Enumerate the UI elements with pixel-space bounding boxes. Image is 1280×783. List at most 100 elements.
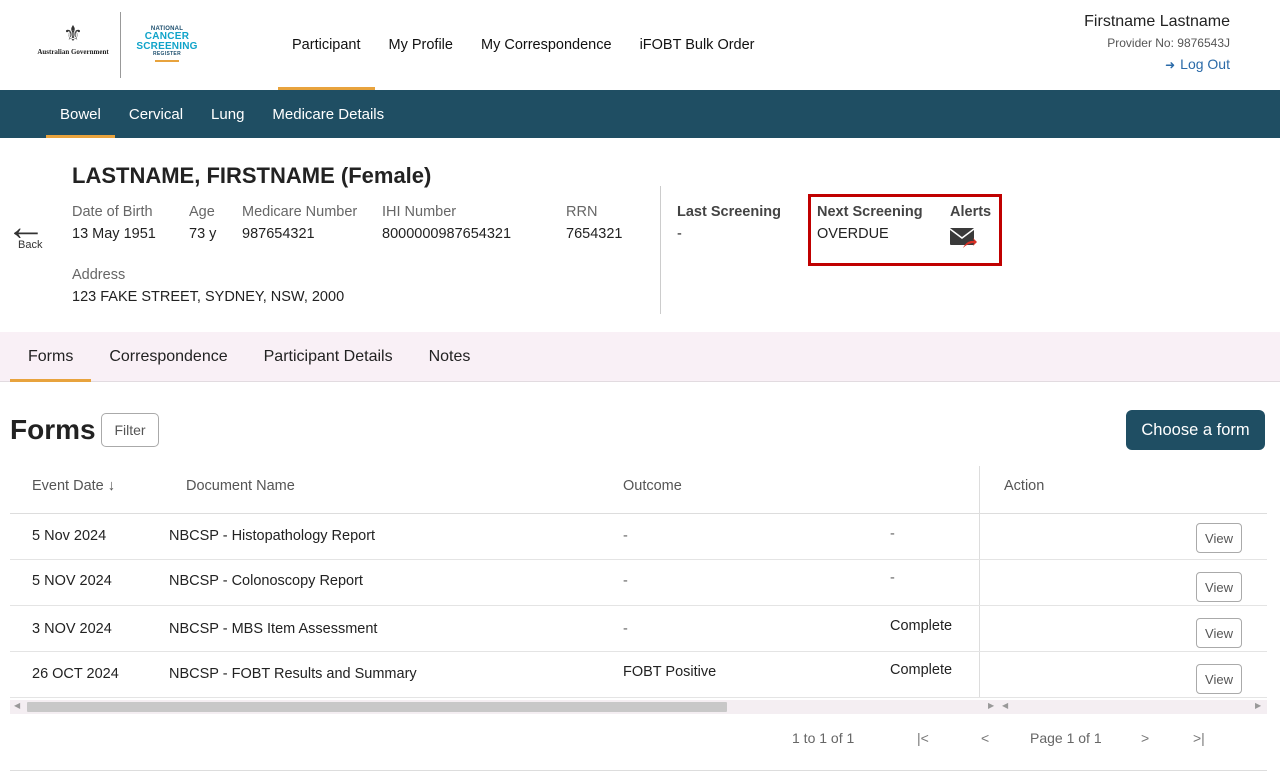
cell-status: Complete — [890, 662, 953, 678]
summary-divider — [660, 186, 661, 314]
cell-event-date: 3 NOV 2024 — [32, 621, 112, 637]
rrn-value: 7654321 — [566, 226, 623, 242]
view-button[interactable]: View — [1196, 572, 1242, 602]
nav-my-correspondence[interactable]: My Correspondence — [467, 0, 626, 90]
logout-link[interactable]: ➜ Log Out — [1084, 56, 1230, 72]
choose-form-button[interactable]: Choose a form — [1126, 410, 1265, 450]
cell-outcome: - — [623, 573, 628, 589]
cell-outcome: - — [623, 528, 628, 544]
tab-participant-details[interactable]: Participant Details — [246, 332, 411, 382]
next-page-button[interactable]: > — [1141, 730, 1149, 746]
back-label: Back — [18, 239, 43, 251]
table-row: 5 NOV 2024 NBCSP - Colonoscopy Report - … — [10, 560, 1267, 606]
top-header: ⚜ Australian Government NATIONAL CANCER … — [0, 0, 1280, 90]
subnav-cervical[interactable]: Cervical — [115, 90, 197, 138]
rrn-label: RRN — [566, 204, 598, 220]
medicare-value: 987654321 — [242, 226, 315, 242]
user-info: Firstname Lastname Provider No: 9876543J… — [1084, 13, 1230, 72]
address-field: Address 123 FAKE STREET, SYDNEY, NSW, 20… — [72, 267, 344, 305]
cell-event-date: 26 OCT 2024 — [32, 666, 119, 682]
provider-number: Provider No: 9876543J — [1107, 36, 1230, 50]
table-row: 3 NOV 2024 NBCSP - MBS Item Assessment -… — [10, 606, 1267, 652]
col-action[interactable]: Action — [1004, 478, 1044, 494]
participant-name: LASTNAME, FIRSTNAME (Female) — [72, 163, 432, 188]
forms-table: Event Date ↓ Document Name Outcome Actio… — [10, 464, 1267, 714]
ihi-field: IHI Number 8000000987654321 — [382, 204, 511, 242]
medicare-label: Medicare Number — [242, 204, 358, 220]
bottom-divider — [10, 770, 1267, 771]
col-event-date[interactable]: Event Date ↓ — [32, 478, 115, 494]
address-value: 123 FAKE STREET, SYDNEY, NSW, 2000 — [72, 289, 345, 305]
filter-button[interactable]: Filter — [101, 413, 159, 447]
last-page-button[interactable]: >| — [1193, 730, 1205, 746]
scroll-left-icon-secondary[interactable]: ◀ — [1002, 701, 1008, 710]
col-outcome[interactable]: Outcome — [623, 478, 682, 494]
scroll-right-icon-secondary[interactable]: ▶ — [1255, 701, 1261, 710]
view-button[interactable]: View — [1196, 618, 1242, 648]
nav-ifobt-bulk-order[interactable]: iFOBT Bulk Order — [626, 0, 769, 90]
cell-status: - — [890, 570, 895, 586]
table-row: 26 OCT 2024 NBCSP - FOBT Results and Sum… — [10, 652, 1267, 698]
top-nav: Participant My Profile My Correspondence… — [278, 0, 769, 90]
last-screening-label: Last Screening — [677, 204, 781, 220]
subnav-lung[interactable]: Lung — [197, 90, 258, 138]
cell-document-name: NBCSP - Colonoscopy Report — [169, 573, 363, 589]
back-arrow-icon: ← — [6, 205, 46, 249]
coat-of-arms-icon: ⚜ — [63, 21, 83, 46]
cell-event-date: 5 Nov 2024 — [32, 528, 107, 544]
dob-label: Date of Birth — [72, 204, 153, 220]
cell-status: Complete — [890, 618, 953, 634]
last-screening-field: Last Screening - — [677, 204, 781, 242]
horizontal-scrollbar[interactable]: ◀ ▶ ◀ ▶ — [10, 700, 1267, 714]
next-screening-highlight-box — [808, 194, 1002, 266]
view-button[interactable]: View — [1196, 664, 1242, 694]
first-page-button[interactable]: |< — [917, 730, 929, 746]
table-header: Event Date ↓ Document Name Outcome Actio… — [10, 464, 1267, 514]
sign-out-icon: ➜ — [1165, 58, 1176, 72]
table-row: 5 Nov 2024 NBCSP - Histopathology Report… — [10, 514, 1267, 560]
nav-my-profile[interactable]: My Profile — [375, 0, 467, 90]
scrollbar-thumb[interactable] — [27, 702, 727, 712]
logo-divider — [120, 12, 121, 78]
ncsr-logo-bar — [155, 60, 179, 62]
cell-status: - — [890, 526, 895, 542]
rrn-field: RRN 7654321 — [566, 204, 622, 242]
program-nav: Bowel Cervical Lung Medicare Details — [0, 90, 1280, 138]
tab-forms[interactable]: Forms — [10, 332, 92, 382]
col-document-name[interactable]: Document Name — [186, 478, 295, 494]
cell-outcome: - — [623, 621, 628, 637]
medicare-field: Medicare Number 987654321 — [242, 204, 357, 242]
ihi-value: 8000000987654321 — [382, 226, 512, 242]
cell-outcome: FOBT Positive — [623, 664, 717, 680]
tab-correspondence[interactable]: Correspondence — [91, 332, 245, 382]
dob-field: Date of Birth 13 May 1951 — [72, 204, 156, 242]
ncsr-logo[interactable]: NATIONAL CANCER SCREENING REGISTER — [132, 26, 202, 62]
last-screening-value: - — [677, 226, 682, 242]
previous-page-button[interactable]: < — [981, 730, 989, 746]
cell-document-name: NBCSP - Histopathology Report — [169, 528, 376, 544]
australian-government-logo[interactable]: ⚜ Australian Government — [30, 22, 116, 68]
logout-label: Log Out — [1180, 56, 1230, 72]
address-label: Address — [72, 267, 126, 283]
pagination-summary: 1 to 1 of 1 — [792, 730, 855, 746]
cell-event-date: 5 NOV 2024 — [32, 573, 112, 589]
gov-logo-text: Australian Government — [37, 48, 109, 56]
forms-title: Forms — [10, 414, 96, 445]
age-field: Age 73 y — [189, 204, 216, 242]
back-button[interactable]: ← Back — [6, 205, 50, 256]
scroll-right-icon[interactable]: ▶ — [988, 701, 994, 710]
subnav-medicare-details[interactable]: Medicare Details — [258, 90, 398, 138]
dob-value: 13 May 1951 — [72, 226, 156, 242]
user-name: Firstname Lastname — [1084, 13, 1230, 30]
view-button[interactable]: View — [1196, 523, 1242, 553]
ihi-label: IHI Number — [382, 204, 457, 220]
nav-participant[interactable]: Participant — [278, 0, 375, 90]
tab-notes[interactable]: Notes — [411, 332, 489, 382]
age-value: 73 y — [189, 226, 217, 242]
participant-tabs: Forms Correspondence Participant Details… — [0, 332, 1280, 382]
page-indicator: Page 1 of 1 — [1030, 730, 1102, 746]
subnav-bowel[interactable]: Bowel — [46, 90, 115, 138]
scroll-left-icon[interactable]: ◀ — [14, 701, 20, 710]
ncsr-logo-line4: REGISTER — [153, 51, 181, 57]
cell-document-name: NBCSP - FOBT Results and Summary — [169, 666, 417, 682]
